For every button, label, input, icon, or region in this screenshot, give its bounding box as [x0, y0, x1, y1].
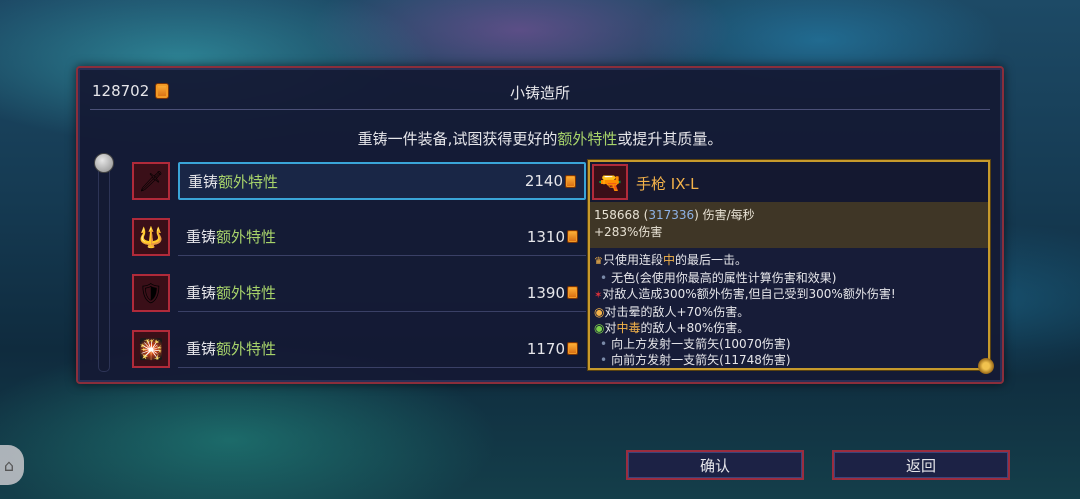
dps-alt-value: 317336: [648, 208, 695, 222]
panel-title: 小铸造所: [509, 84, 570, 102]
forge-description: 重铸一件装备,试图获得更好的额外特性或提升其质量。: [357, 130, 723, 148]
spear-icon: 🔱: [132, 218, 170, 256]
item-name: 手枪 IX-L: [636, 175, 699, 193]
stun-icon: ◉: [594, 305, 605, 319]
reforge-option-button[interactable]: 重铸 额外特性 2140: [178, 162, 586, 200]
tooltip-header: 🔫 手枪 IX-L: [590, 162, 988, 202]
list-item[interactable]: 🔱 重铸 额外特性 1310: [132, 218, 662, 258]
back-button[interactable]: 返回: [832, 450, 1010, 480]
gold-coin-icon: [567, 286, 578, 299]
bullet-icon: •: [600, 337, 608, 351]
poison-icon: ◉: [594, 321, 605, 335]
dps-value: 158668: [594, 208, 640, 222]
home-icon: ⌂: [3, 455, 15, 475]
effect-line: ◉对中毒的敌人+80%伤害。: [594, 321, 750, 335]
bomb-icon: 🎇: [132, 330, 170, 368]
crossbow-icon: 🗡: [132, 162, 170, 200]
confirm-button[interactable]: 确认: [626, 450, 804, 480]
cost-display: 1170: [527, 340, 578, 358]
effect-line: • 向上方发射一支箭矢(10070伤害): [600, 337, 791, 351]
list-item[interactable]: 🗡 重铸 额外特性 2140: [132, 162, 662, 202]
list-scrollbar[interactable]: [94, 153, 114, 372]
list-item[interactable]: 🎇 重铸 额外特性 1170: [132, 330, 662, 370]
scrollbar-thumb[interactable]: [94, 153, 114, 173]
gold-coin-icon: [565, 174, 576, 188]
pistol-icon: 🔫: [592, 164, 628, 200]
gold-coin-icon: [567, 342, 578, 355]
damage-bonus: +283%伤害: [594, 225, 663, 239]
ornament-icon: [978, 358, 994, 374]
list-item[interactable]: 🛡 重铸 额外特性 1390: [132, 274, 662, 314]
bullet-icon: •: [600, 353, 608, 367]
effect-line: ✶对敌人造成300%额外伤害,但自己受到300%额外伤害!: [594, 287, 896, 301]
reforge-option-button[interactable]: 重铸 额外特性 1310: [178, 218, 586, 256]
cost-display: 2140: [525, 172, 576, 190]
header-divider: [90, 109, 990, 110]
effect-line: ◉对击晕的敌人+70%伤害。: [594, 305, 750, 319]
bullet-icon: •: [600, 271, 608, 285]
effect-line: ♛只使用连段中的最后一击。: [594, 253, 748, 267]
cost-display: 1390: [527, 284, 578, 302]
gold-coin-icon: [567, 230, 578, 243]
item-effects: ♛只使用连段中的最后一击。 • 无色(会使用你最高的属性计算伤害和效果) ✶对敌人…: [594, 252, 984, 368]
item-stats: 158668 (317336) 伤害/每秒 +283%伤害: [590, 202, 988, 248]
side-menu-button[interactable]: ⌂: [0, 445, 24, 485]
effect-line: • 无色(会使用你最高的属性计算伤害和效果): [600, 271, 837, 285]
reforge-option-button[interactable]: 重铸 额外特性 1390: [178, 274, 586, 312]
shield-icon: 🛡: [132, 274, 170, 312]
cost-display: 1310: [527, 228, 578, 246]
reforge-option-button[interactable]: 重铸 额外特性 1170: [178, 330, 586, 368]
crown-icon: ♛: [594, 256, 603, 267]
item-tooltip: 🔫 手枪 IX-L 158668 (317336) 伤害/每秒 +283%伤害 …: [588, 160, 994, 374]
effect-line: • 向前方发射一支箭矢(11748伤害): [600, 353, 791, 367]
